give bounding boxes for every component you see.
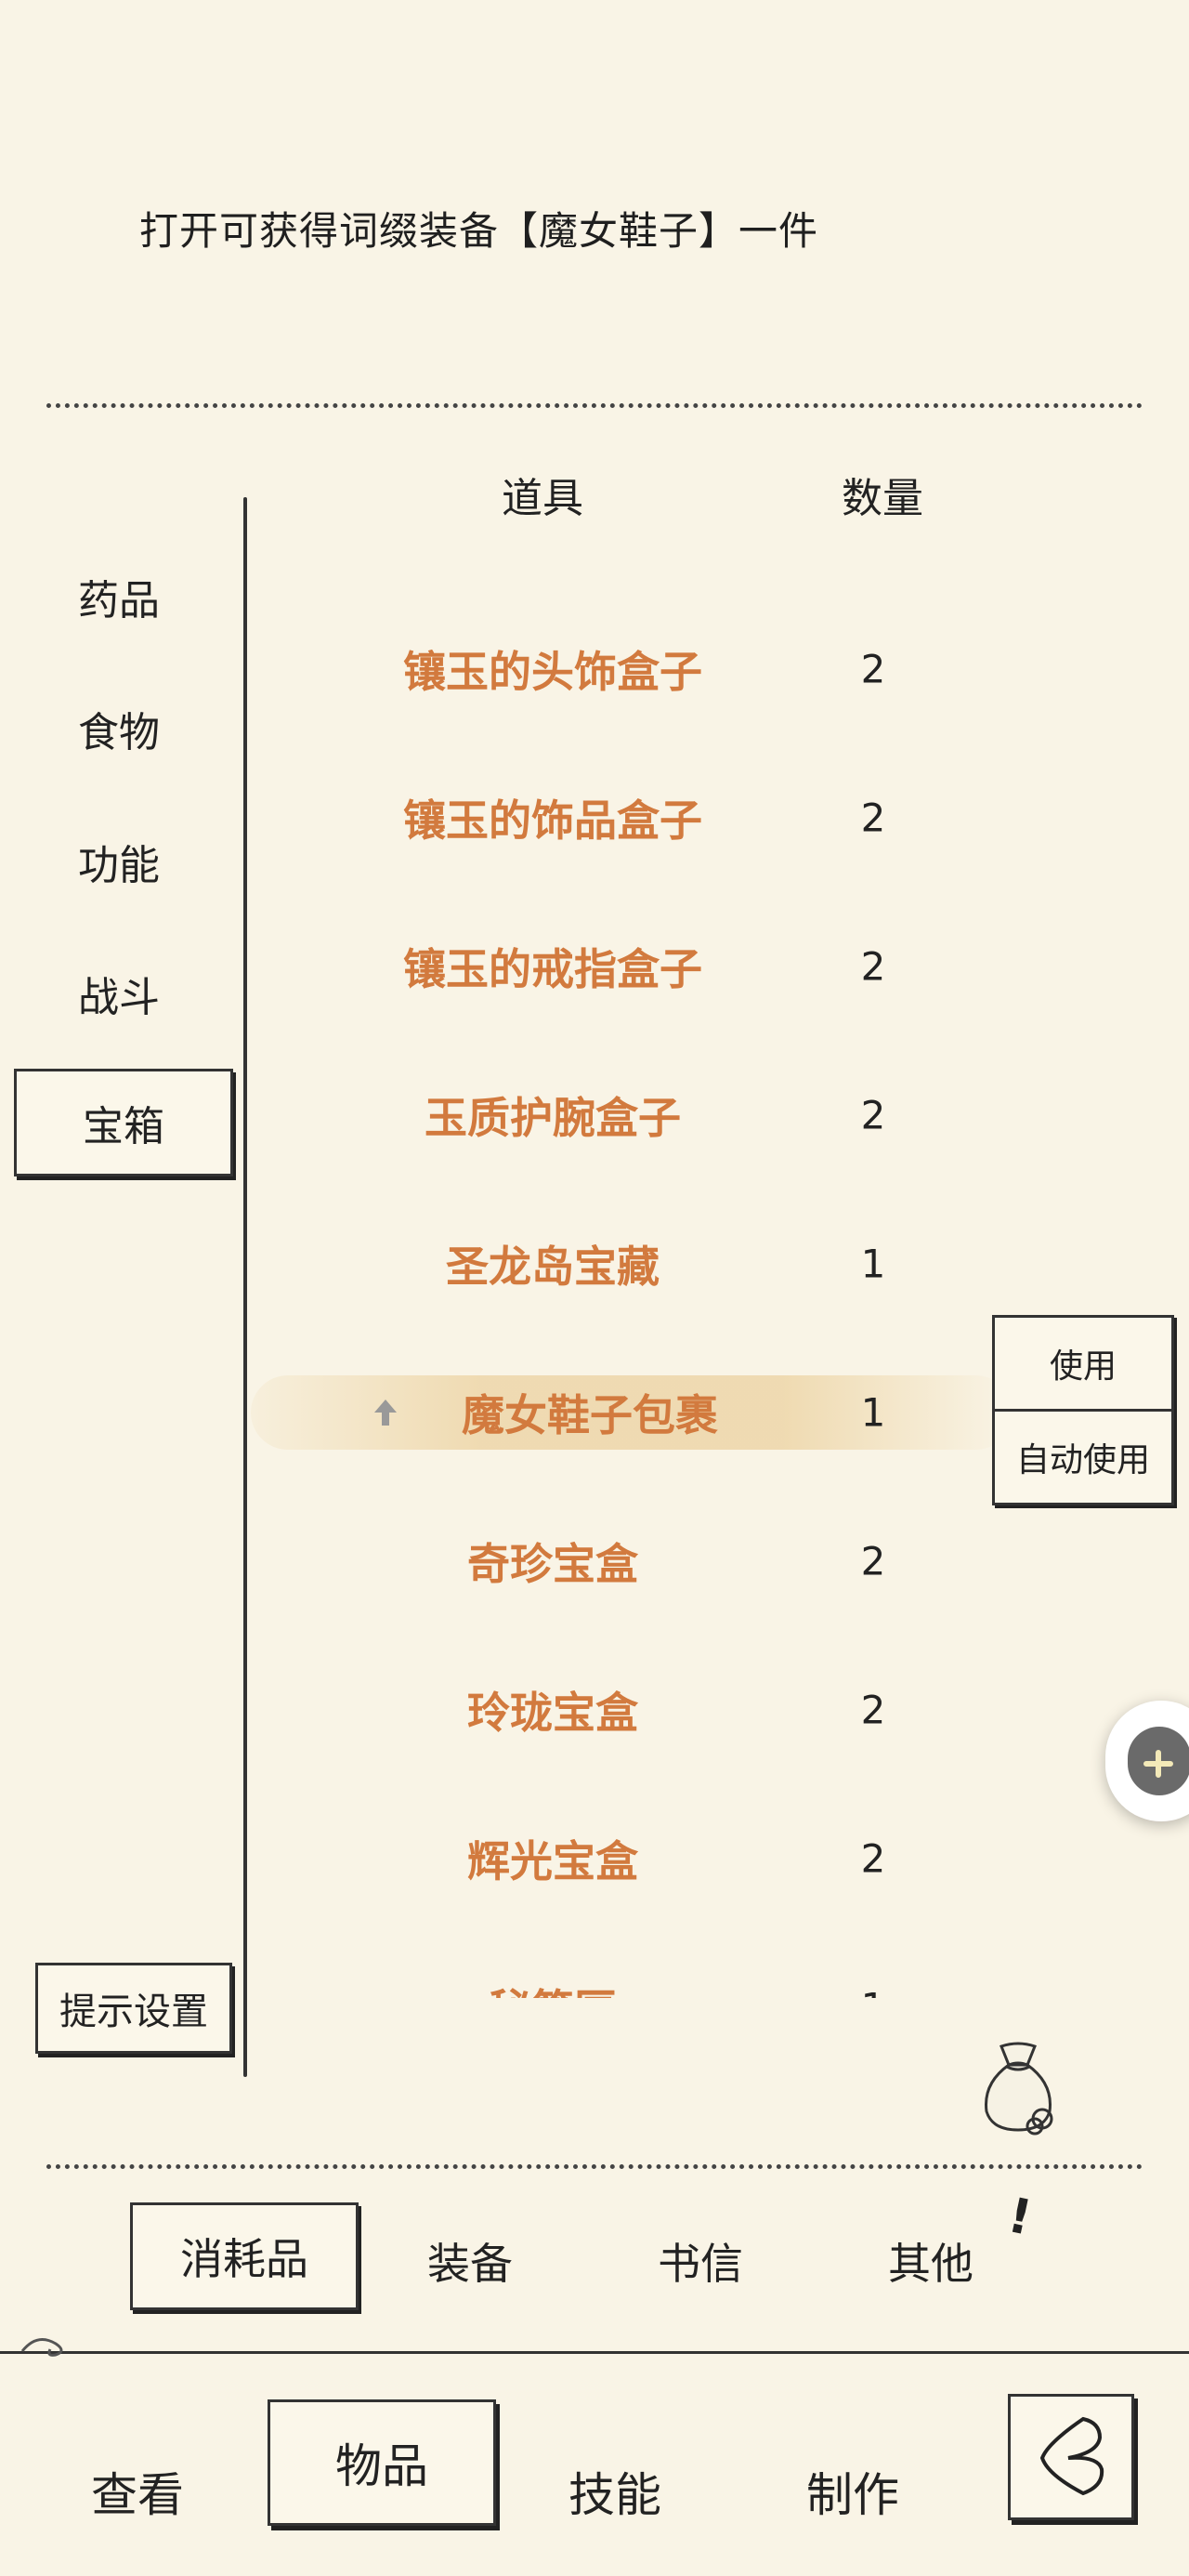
item-quantity: 2 [860, 943, 886, 990]
item-list: 镶玉的头饰盒子 2 镶玉的饰品盒子 2 镶玉的戒指盒子 2 玉质护腕盒子 2 圣… [251, 595, 1040, 1998]
category-medicine[interactable]: 药品 [78, 567, 160, 626]
assistant-icon [1128, 1727, 1189, 1795]
list-item[interactable]: 奇珍宝盒 2 [251, 1487, 1040, 1636]
tab-consumables[interactable]: 消耗品 [130, 2202, 359, 2310]
item-name: 镶玉的头饰盒子 [403, 647, 702, 697]
item-name: 魔女鞋子包裹 [462, 1390, 718, 1440]
nav-crafting[interactable]: 制作 [806, 2458, 899, 2525]
item-quantity: 2 [860, 1687, 886, 1733]
divider-top [46, 403, 1143, 408]
swirl-decoration [19, 2325, 102, 2362]
use-button[interactable]: 使用 [992, 1315, 1174, 1412]
list-item[interactable]: 镶玉的饰品盒子 2 [251, 743, 1040, 892]
tab-equipment[interactable]: 装备 [427, 2230, 513, 2292]
item-name: 玉质护腕盒子 [425, 1093, 681, 1143]
list-item[interactable]: 辉光宝盒 2 [251, 1784, 1040, 1933]
tip-settings-button[interactable]: 提示设置 [35, 1963, 232, 2054]
sidebar-divider [243, 497, 247, 2077]
item-quantity: 1 [860, 1241, 886, 1287]
column-header-quantity: 数量 [842, 475, 923, 522]
item-description: 打开可获得词缀装备【魔女鞋子】一件 [139, 208, 819, 254]
nav-view[interactable]: 查看 [91, 2458, 184, 2525]
list-item[interactable]: 玲珑宝盒 2 [251, 1636, 1040, 1784]
item-quantity: 2 [860, 1538, 886, 1584]
auto-use-button[interactable]: 自动使用 [992, 1409, 1174, 1505]
list-item[interactable]: 圣龙岛宝藏 1 [251, 1189, 1040, 1338]
category-food[interactable]: 食物 [78, 699, 160, 758]
assistant-button[interactable] [1105, 1701, 1189, 1821]
item-quantity: 1 [836, 1985, 910, 1999]
pouch-icon[interactable] [973, 2037, 1063, 2139]
list-item[interactable]: 镶玉的头饰盒子 2 [251, 595, 1040, 743]
list-item[interactable]: 玉质护腕盒子 2 [251, 1041, 1040, 1189]
item-name: 秘籍匣 [251, 1977, 855, 1998]
nav-skills[interactable]: 技能 [568, 2458, 661, 2525]
item-name: 奇珍宝盒 [467, 1539, 638, 1589]
item-name: 玲珑宝盒 [467, 1688, 638, 1738]
tab-other[interactable]: 其他 [888, 2230, 973, 2292]
item-name: 镶玉的饰品盒子 [403, 795, 702, 846]
item-name: 辉光宝盒 [467, 1836, 638, 1886]
item-quantity: 2 [860, 1835, 886, 1882]
divider-bottom [46, 2164, 1143, 2169]
item-quantity: 2 [860, 795, 886, 841]
item-name: 镶玉的戒指盒子 [403, 944, 702, 994]
tab-letters[interactable]: 书信 [658, 2230, 743, 2292]
item-name: 圣龙岛宝藏 [446, 1242, 660, 1292]
item-quantity: 2 [860, 646, 886, 692]
back-button[interactable] [1008, 2394, 1134, 2520]
notice-mark: ! [1003, 2188, 1037, 2247]
category-chest[interactable]: 宝箱 [14, 1069, 233, 1176]
back-icon [1039, 2416, 1104, 2496]
item-quantity: 2 [860, 1092, 886, 1138]
list-item[interactable]: 镶玉的戒指盒子 2 [251, 892, 1040, 1041]
item-quantity: 1 [860, 1389, 886, 1436]
column-header-item: 道具 [502, 475, 583, 522]
nav-items[interactable]: 物品 [268, 2399, 496, 2526]
category-function[interactable]: 功能 [78, 832, 160, 891]
list-item[interactable]: 秘籍匣 1 [251, 1933, 1040, 1999]
category-battle[interactable]: 战斗 [78, 964, 160, 1023]
list-item-selected[interactable]: 魔女鞋子包裹 1 [251, 1338, 1040, 1487]
nav-divider [0, 2351, 1189, 2354]
